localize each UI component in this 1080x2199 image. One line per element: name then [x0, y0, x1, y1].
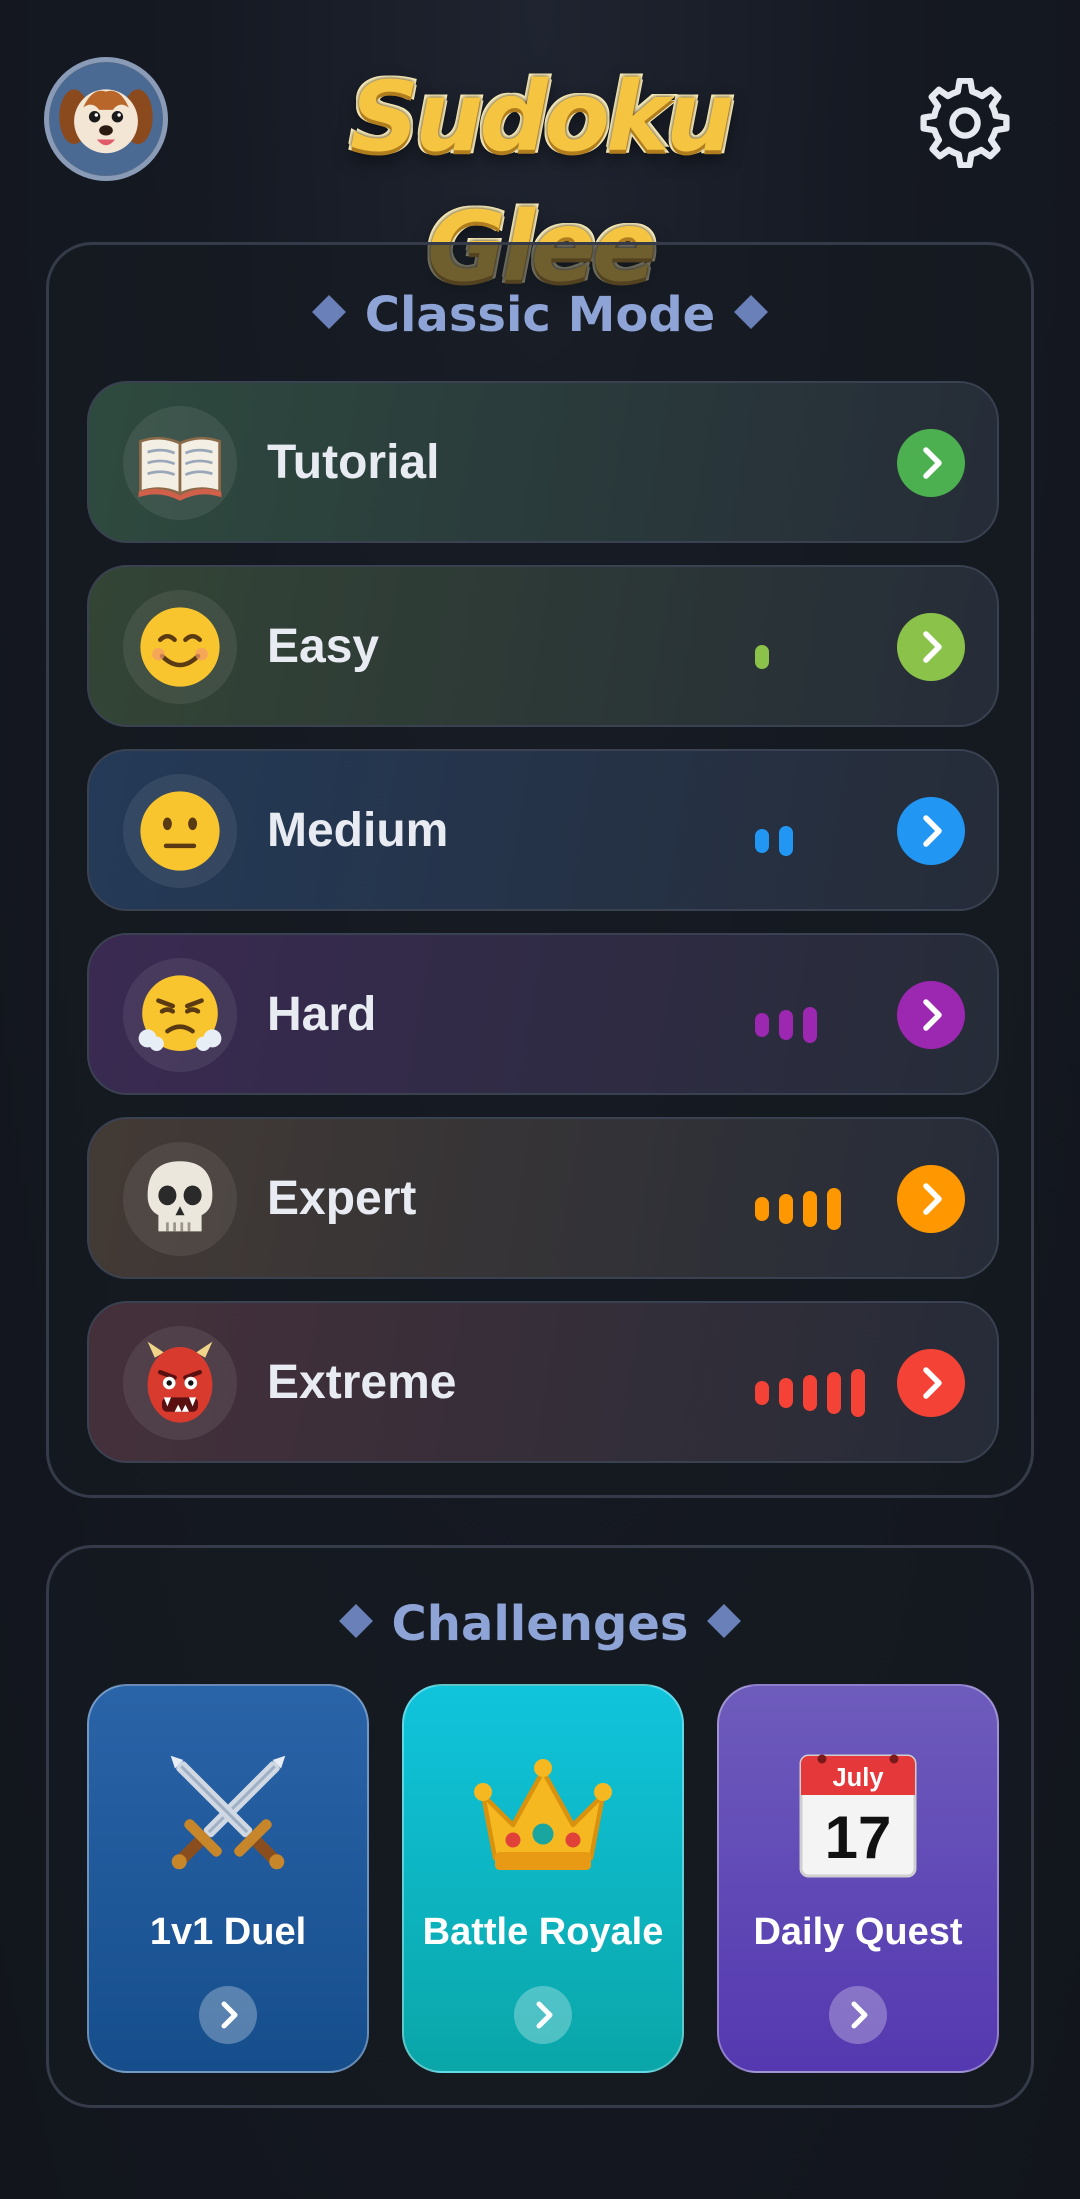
calendar-icon: July 17: [719, 1738, 997, 1892]
mode-label: Hard: [267, 988, 377, 1041]
challenge-card-label: Battle Royale: [422, 1911, 664, 1953]
smiling-face-icon: [123, 590, 237, 704]
difficulty-bar: [755, 829, 769, 853]
mode-label: Extreme: [267, 1356, 457, 1409]
difficulty-bar: [779, 826, 793, 856]
settings-gear-icon[interactable]: [920, 77, 1010, 169]
steaming-face-icon: [123, 958, 237, 1072]
mode-row-medium[interactable]: Medium: [87, 749, 999, 911]
classic-mode-panel: Classic Mode Tutorial Easy Medium Hard Exper…: [46, 242, 1034, 1498]
mode-row-expert[interactable]: Expert: [87, 1117, 999, 1279]
avatar[interactable]: [44, 57, 168, 181]
challenge-card-label: Daily Quest: [753, 1911, 963, 1953]
challenge-card-label: 1v1 Duel: [149, 1911, 307, 1953]
difficulty-bar: [779, 1378, 793, 1408]
diamond-icon: [338, 1604, 373, 1638]
mode-row-extreme[interactable]: Extreme: [87, 1301, 999, 1463]
neutral-face-icon: [123, 774, 237, 888]
crossed-swords-icon: [89, 1738, 367, 1892]
challenges-heading: Challenges: [49, 1596, 1031, 1652]
difficulty-bar: [755, 1013, 769, 1037]
difficulty-bar: [803, 1191, 817, 1227]
classic-mode-heading: Classic Mode: [49, 287, 1031, 343]
skull-icon: [123, 1142, 237, 1256]
difficulty-bar: [755, 645, 769, 669]
difficulty-bar: [803, 1375, 817, 1411]
app-logo-title: Sudoku Glee: [349, 61, 734, 303]
difficulty-bar: [827, 1188, 841, 1230]
puppy-avatar-icon: [49, 62, 163, 176]
mode-row-easy[interactable]: Easy: [87, 565, 999, 727]
diamond-icon: [734, 295, 769, 329]
challenges-panel: Challenges 1v1 Duel Battle Royale July 1…: [46, 1545, 1034, 2108]
chevron-right-icon[interactable]: [829, 1986, 887, 2044]
top-bar: Sudoku Glee: [0, 0, 1080, 303]
crown-icon: [404, 1738, 682, 1892]
difficulty-bar: [803, 1007, 817, 1043]
challenge-card-daily-quest[interactable]: July 17 Daily Quest: [717, 1684, 999, 2073]
chevron-right-icon[interactable]: [897, 429, 965, 497]
difficulty-bar: [779, 1194, 793, 1224]
difficulty-bar: [755, 1381, 769, 1405]
chevron-right-icon[interactable]: [897, 1349, 965, 1417]
mode-label: Medium: [267, 804, 449, 857]
open-book-icon: [123, 406, 237, 520]
chevron-right-icon[interactable]: [897, 981, 965, 1049]
difficulty-bar: [779, 1010, 793, 1040]
diamond-icon: [311, 295, 346, 329]
challenges-title: Challenges: [391, 1596, 689, 1652]
ogre-mask-icon: [123, 1326, 237, 1440]
chevron-right-icon[interactable]: [514, 1986, 572, 2044]
difficulty-bar: [851, 1369, 865, 1417]
calendar-month: July: [832, 1764, 884, 1792]
challenge-card-battle-royale[interactable]: Battle Royale: [402, 1684, 684, 2073]
calendar-day: 17: [825, 1804, 892, 1871]
chevron-right-icon[interactable]: [897, 613, 965, 681]
mode-row-hard[interactable]: Hard: [87, 933, 999, 1095]
chevron-right-icon[interactable]: [199, 1986, 257, 2044]
mode-label: Tutorial: [267, 436, 440, 489]
difficulty-bar: [827, 1372, 841, 1414]
challenge-card-1v1-duel[interactable]: 1v1 Duel: [87, 1684, 369, 2073]
mode-label: Expert: [267, 1172, 417, 1225]
mode-label: Easy: [267, 620, 380, 673]
chevron-right-icon[interactable]: [897, 1165, 965, 1233]
classic-mode-title: Classic Mode: [364, 287, 716, 343]
diamond-icon: [707, 1604, 742, 1638]
mode-row-tutorial[interactable]: Tutorial: [87, 381, 999, 543]
chevron-right-icon[interactable]: [897, 797, 965, 865]
difficulty-bar: [755, 1197, 769, 1221]
